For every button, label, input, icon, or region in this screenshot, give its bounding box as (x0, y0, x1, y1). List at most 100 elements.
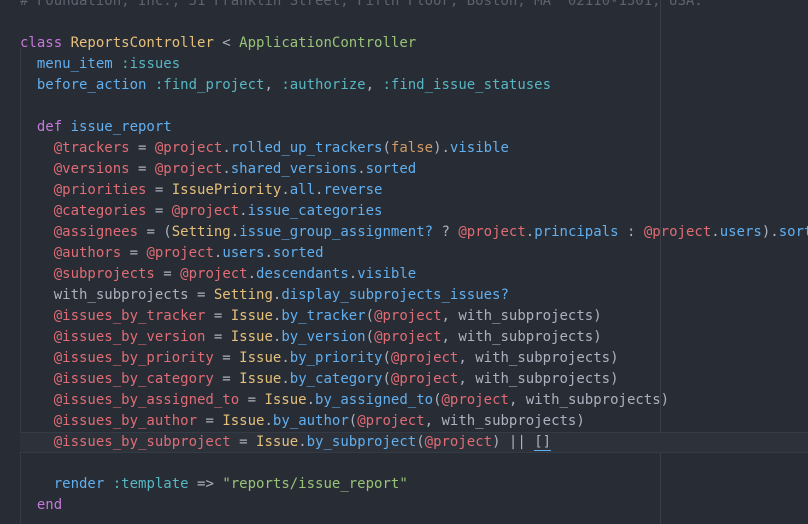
code-line[interactable]: menu_item :issues (20, 54, 180, 75)
code-token: . (264, 245, 273, 261)
code-token: [] (534, 434, 552, 451)
code-token: . (281, 350, 290, 366)
code-token: Issue (239, 371, 282, 387)
code-line[interactable]: @issues_by_category = Issue.by_category(… (20, 369, 619, 390)
code-token: = (239, 392, 265, 408)
code-line[interactable]: @issues_by_tracker = Issue.by_tracker(@p… (20, 306, 602, 327)
code-token: issue_group_assignment? (239, 224, 434, 240)
code-token: @issues_by_author (53, 413, 198, 429)
code-line[interactable]: @assignees = (Setting.issue_group_assign… (20, 222, 808, 243)
code-token: ( (348, 413, 358, 429)
code-token: , (264, 77, 282, 93)
code-token: = (154, 266, 181, 282)
code-editor[interactable]: # Foundation, Inc., 51 Franklin Street, … (0, 0, 808, 524)
code-token: ( (382, 140, 391, 156)
code-token: Issue (230, 329, 273, 345)
code-line[interactable]: @issues_by_author = Issue.by_author(@pro… (20, 411, 585, 432)
code-line[interactable]: end (20, 495, 62, 516)
code-token: @versions (53, 161, 130, 177)
code-token: = (197, 413, 223, 429)
code-line[interactable]: @versions = @project.shared_versions.sor… (20, 159, 416, 180)
code-token: . (348, 266, 358, 282)
code-line[interactable]: @issues_by_assigned_to = Issue.by_assign… (20, 390, 669, 411)
code-token: :template (112, 476, 189, 492)
code-token: visible (449, 140, 509, 156)
code-line[interactable]: # Foundation, Inc., 51 Franklin Street, … (20, 0, 703, 12)
code-token: = (146, 182, 172, 198)
code-token: => (188, 476, 223, 492)
code-token: Issue (264, 392, 307, 408)
code-token: , with_subprojects) (441, 308, 602, 324)
code-line[interactable]: @subprojects = @project.descendants.visi… (20, 264, 417, 285)
code-line[interactable]: @issues_by_version = Issue.by_version(@p… (20, 327, 602, 348)
code-line[interactable]: @issues_by_priority = Issue.by_priority(… (20, 348, 619, 369)
code-token: descendants (256, 266, 349, 282)
code-token: = (205, 329, 231, 345)
code-token: :authorize (281, 77, 366, 93)
code-line[interactable]: @trackers = @project.rolled_up_trackers(… (20, 138, 509, 159)
code-token: , (365, 77, 383, 93)
code-line[interactable]: def issue_report (20, 117, 172, 138)
code-token: @issues_by_tracker (53, 308, 206, 324)
code-token: ApplicationController (239, 35, 417, 51)
code-line[interactable]: @issues_by_subproject = Issue.by_subproj… (20, 432, 808, 453)
code-token: issue_report (70, 119, 172, 135)
code-token: @issues_by_category (53, 371, 214, 387)
code-token: by_author (272, 413, 349, 429)
code-token: ( (416, 434, 425, 450)
code-token: @assignees (53, 224, 139, 240)
code-token: by_assigned_to (315, 392, 434, 408)
code-token: users (222, 245, 265, 261)
code-token: @project (441, 392, 509, 408)
code-token: ( (365, 329, 375, 345)
code-token: :find_project (154, 77, 265, 93)
code-token: Issue (230, 308, 273, 324)
code-token: by_tracker (281, 308, 366, 324)
code-token: class (20, 35, 71, 51)
code-token: : (618, 224, 644, 240)
code-token: @issues_by_assigned_to (53, 392, 240, 408)
code-token: Issue (222, 413, 265, 429)
code-token: = (205, 308, 231, 324)
code-token: @project (357, 413, 425, 429)
code-token: @authors (53, 245, 122, 261)
code-token: all (289, 182, 316, 198)
code-line[interactable]: class ReportsController < ApplicationCon… (20, 33, 416, 54)
code-token: # Foundation, Inc., 51 Franklin Street, … (20, 0, 703, 9)
code-token: ( (365, 308, 375, 324)
code-line[interactable]: render :template => "reports/issue_repor… (20, 474, 408, 495)
code-line[interactable]: @authors = @project.users.sorted (20, 243, 324, 264)
code-token: . (298, 434, 307, 450)
code-token: ( (382, 350, 391, 366)
code-token: reverse (323, 182, 383, 198)
code-token: = (121, 245, 147, 261)
code-token: . (306, 392, 316, 408)
code-token: @project (154, 161, 223, 177)
code-token: by_subproject (306, 434, 417, 450)
code-line[interactable]: @priorities = IssuePriority.all.reverse (20, 180, 383, 201)
code-token: , with_subprojects) (424, 413, 585, 429)
code-token: ( (433, 392, 442, 408)
code-line[interactable]: @categories = @project.issue_categories (20, 201, 383, 222)
code-token: @project (643, 224, 712, 240)
code-token: Setting (171, 224, 231, 240)
code-line[interactable]: with_subprojects = Setting.display_subpr… (20, 285, 509, 306)
code-token: @trackers (53, 140, 130, 156)
code-token: , with_subprojects) (508, 392, 670, 408)
code-token: @project (424, 434, 493, 450)
code-token: render (53, 476, 105, 492)
code-token: @project (390, 350, 459, 366)
code-token: @issues_by_version (53, 329, 206, 345)
code-line[interactable]: before_action :find_project, :authorize,… (20, 75, 551, 96)
code-token: = (146, 203, 172, 219)
code-token: sorted (272, 245, 324, 261)
code-token: ) || (492, 434, 535, 450)
